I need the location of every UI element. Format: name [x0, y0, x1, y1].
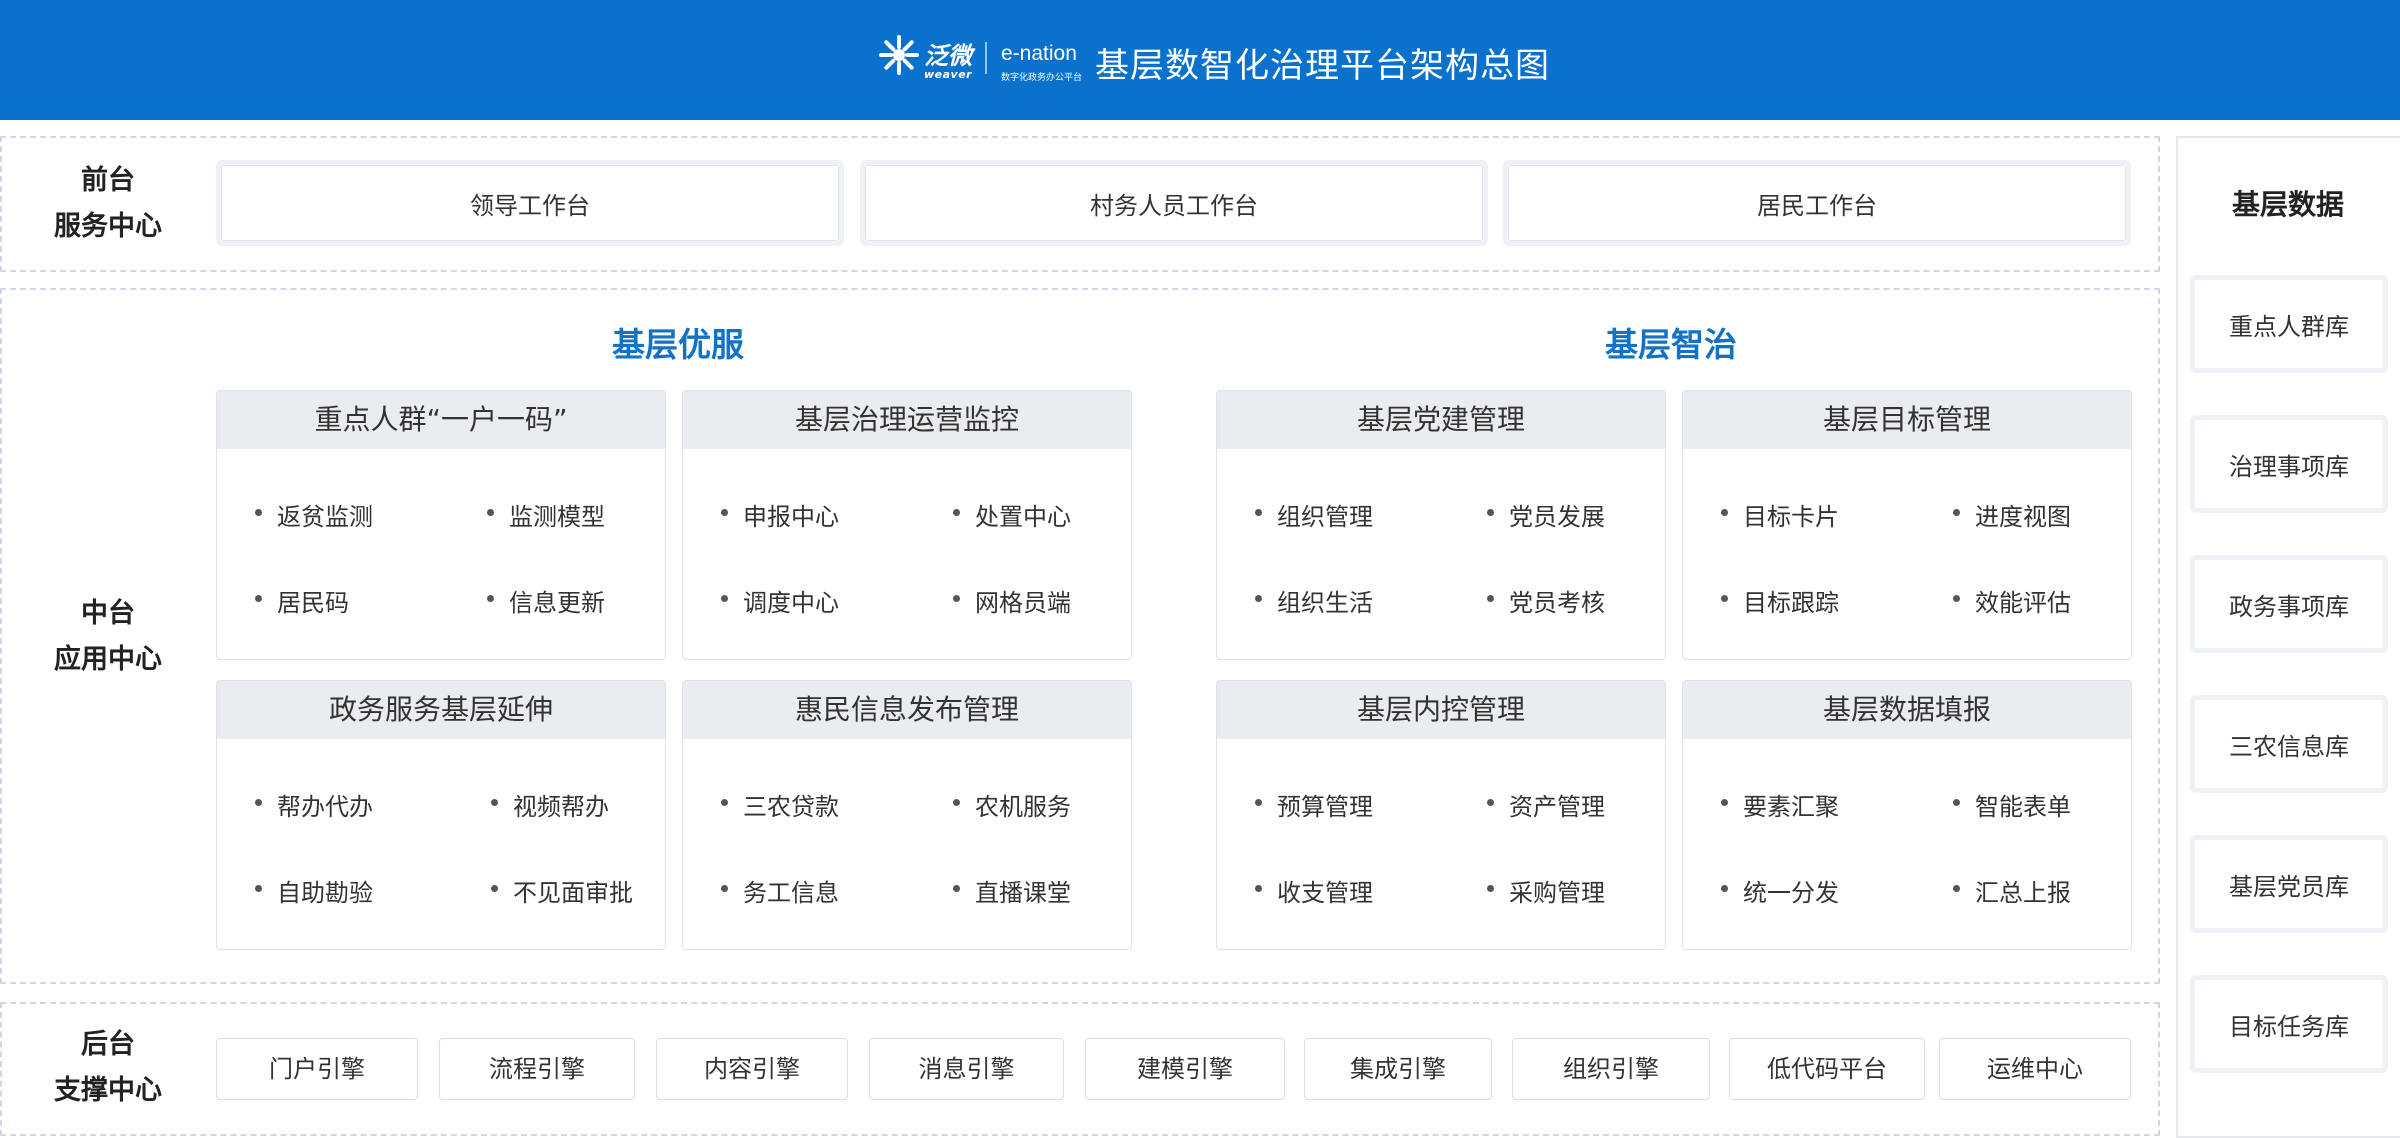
engine-organization[interactable]: 组织引擎 — [1512, 1038, 1710, 1100]
data-lib-key-population[interactable]: 重点人群库 — [2190, 275, 2388, 373]
card-item[interactable]: 直播课堂 — [953, 873, 1071, 908]
card-item[interactable]: 处置中心 — [953, 497, 1071, 532]
card-item[interactable]: 信息更新 — [487, 583, 605, 618]
engine-portal[interactable]: 门户引擎 — [216, 1038, 418, 1100]
ops-center[interactable]: 运维中心 — [1939, 1038, 2131, 1100]
card-item[interactable]: 帮办代办 — [255, 787, 373, 822]
card-data-reporting[interactable]: 基层数据填报 要素汇聚 智能表单 统一分发 汇总上报 — [1682, 680, 2132, 950]
card-title: 基层党建管理 — [1217, 391, 1665, 449]
card-item[interactable]: 返贫监测 — [255, 497, 373, 532]
card-item[interactable]: 不见面审批 — [491, 873, 633, 908]
card-title: 政务服务基层延伸 — [217, 681, 665, 739]
card-item[interactable]: 目标卡片 — [1721, 497, 1839, 532]
card-item[interactable]: 进度视图 — [1953, 497, 2071, 532]
group-title-governance: 基层智治 — [1605, 325, 1737, 364]
data-lib-gov-matters[interactable]: 政务事项库 — [2190, 555, 2388, 653]
card-key-population-code[interactable]: 重点人群“一户一码” 返贫监测 监测模型 居民码 信息更新 — [216, 390, 666, 660]
card-item[interactable]: 网格员端 — [953, 583, 1071, 618]
card-item[interactable]: 统一分发 — [1721, 873, 1839, 908]
middle-label-line1: 中台 — [81, 598, 135, 629]
logo-divider — [985, 42, 987, 74]
middle-section-label: 中台 应用中心 — [0, 591, 216, 683]
back-section-label: 后台 支撑中心 — [0, 1022, 216, 1114]
workbench-inner-border — [865, 165, 1483, 241]
card-title: 重点人群“一户一码” — [217, 391, 665, 449]
card-item[interactable]: 党员考核 — [1487, 583, 1605, 618]
back-label-line2: 支撑中心 — [54, 1075, 162, 1106]
card-title: 基层目标管理 — [1683, 391, 2131, 449]
data-lib-target-tasks[interactable]: 目标任务库 — [2190, 975, 2388, 1073]
card-item[interactable]: 视频帮办 — [491, 787, 609, 822]
card-gov-service-extension[interactable]: 政务服务基层延伸 帮办代办 视频帮办 自助勘验 不见面审批 — [216, 680, 666, 950]
data-panel-title: 基层数据 — [2231, 188, 2344, 221]
group-title-service: 基层优服 — [612, 325, 744, 364]
page-title: 基层数智化治理平台架构总图 — [1095, 46, 1550, 86]
engine-integration[interactable]: 集成引擎 — [1304, 1038, 1492, 1100]
card-item[interactable]: 组织生活 — [1255, 583, 1373, 618]
card-item[interactable]: 党员发展 — [1487, 497, 1605, 532]
card-governance-monitoring[interactable]: 基层治理运营监控 申报中心 处置中心 调度中心 网格员端 — [682, 390, 1132, 660]
middle-label-line2: 应用中心 — [54, 644, 162, 675]
data-lib-governance-matters[interactable]: 治理事项库 — [2190, 415, 2388, 513]
card-item[interactable]: 务工信息 — [721, 873, 839, 908]
card-item[interactable]: 农机服务 — [953, 787, 1071, 822]
logo-weaver-text: weaver — [924, 68, 973, 81]
brand-logo: 泛微 weaver e-nation 数字化政务办公平台 — [878, 32, 1082, 86]
logo-subtitle: 数字化政务办公平台 — [1001, 73, 1083, 83]
logo-chinese-text: 泛微 — [924, 42, 972, 70]
card-item[interactable]: 智能表单 — [1953, 787, 2071, 822]
logo-enation-text: e-nation — [1001, 42, 1077, 65]
card-title: 基层数据填报 — [1683, 681, 2131, 739]
card-title: 基层内控管理 — [1217, 681, 1665, 739]
card-item[interactable]: 要素汇聚 — [1721, 787, 1839, 822]
engine-modeling[interactable]: 建模引擎 — [1085, 1038, 1285, 1100]
card-internal-control[interactable]: 基层内控管理 预算管理 资产管理 收支管理 采购管理 — [1216, 680, 1666, 950]
card-item[interactable]: 收支管理 — [1255, 873, 1373, 908]
card-item[interactable]: 调度中心 — [721, 583, 839, 618]
data-lib-party-members[interactable]: 基层党员库 — [2190, 835, 2388, 933]
header-bar: 泛微 weaver e-nation 数字化政务办公平台 基层数智化治理平台架构… — [0, 0, 2400, 120]
card-item[interactable]: 申报中心 — [721, 497, 839, 532]
card-item[interactable]: 效能评估 — [1953, 583, 2071, 618]
card-title: 惠民信息发布管理 — [683, 681, 1131, 739]
data-lib-agriculture-info[interactable]: 三农信息库 — [2190, 695, 2388, 793]
card-target-management[interactable]: 基层目标管理 目标卡片 进度视图 目标跟踪 效能评估 — [1682, 390, 2132, 660]
engine-content[interactable]: 内容引擎 — [656, 1038, 848, 1100]
workbench-village-staff[interactable]: 村务人员工作台 — [860, 160, 1488, 246]
weaver-star-icon — [879, 35, 919, 75]
workbench-inner-border — [221, 165, 839, 241]
engine-workflow[interactable]: 流程引擎 — [439, 1038, 635, 1100]
card-item[interactable]: 组织管理 — [1255, 497, 1373, 532]
card-item[interactable]: 居民码 — [255, 583, 349, 618]
front-label-line1: 前台 — [81, 165, 135, 196]
low-code-platform[interactable]: 低代码平台 — [1729, 1038, 1925, 1100]
card-item[interactable]: 采购管理 — [1487, 873, 1605, 908]
card-item[interactable]: 预算管理 — [1255, 787, 1373, 822]
workbench-leader[interactable]: 领导工作台 — [216, 160, 844, 246]
workbench-resident[interactable]: 居民工作台 — [1503, 160, 2131, 246]
back-label-line1: 后台 — [81, 1029, 135, 1060]
front-label-line2: 服务中心 — [54, 211, 162, 242]
card-item[interactable]: 自助勘验 — [255, 873, 373, 908]
card-public-info-release[interactable]: 惠民信息发布管理 三农贷款 农机服务 务工信息 直播课堂 — [682, 680, 1132, 950]
front-section-label: 前台 服务中心 — [0, 158, 216, 250]
workbench-inner-border — [1508, 165, 2126, 241]
card-item[interactable]: 目标跟踪 — [1721, 583, 1839, 618]
card-title: 基层治理运营监控 — [683, 391, 1131, 449]
engine-message[interactable]: 消息引擎 — [869, 1038, 1064, 1100]
card-item[interactable]: 三农贷款 — [721, 787, 839, 822]
card-item[interactable]: 资产管理 — [1487, 787, 1605, 822]
card-item[interactable]: 汇总上报 — [1953, 873, 2071, 908]
card-item[interactable]: 监测模型 — [487, 497, 605, 532]
card-party-building[interactable]: 基层党建管理 组织管理 党员发展 组织生活 党员考核 — [1216, 390, 1666, 660]
